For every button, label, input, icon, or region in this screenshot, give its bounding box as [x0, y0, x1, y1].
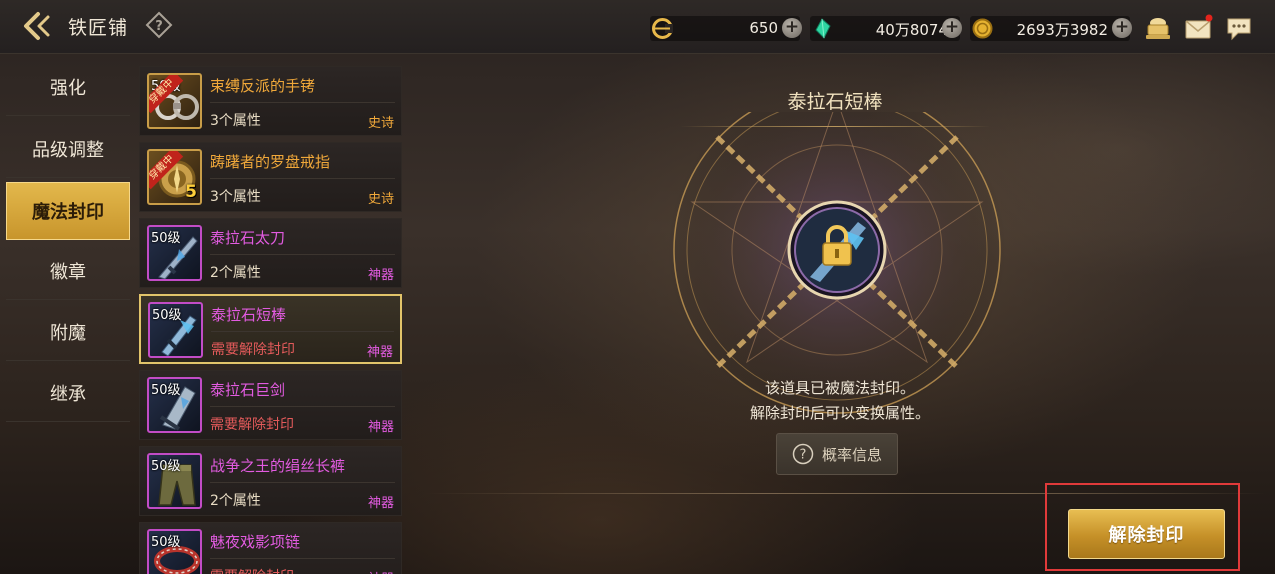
list-item-selected[interactable]: 50级 泰拉石短棒 需要解除封印 神器 — [139, 294, 402, 364]
item-rarity: 神器 — [366, 345, 393, 360]
nav-item-magic-seal[interactable]: 魔法封印 — [6, 182, 130, 240]
item-thumbnail: 50级 穿戴中 — [147, 73, 202, 129]
nav-item-inherit[interactable]: 继承 — [6, 364, 130, 422]
item-rarity: 神器 — [367, 420, 394, 435]
nav-item-label: 附魔 — [50, 322, 86, 344]
item-thumbnail: 50级 — [147, 225, 202, 281]
item-level: 50级 — [151, 459, 181, 474]
nav-item-enchant[interactable]: 附魔 — [6, 303, 130, 361]
add-cera-button[interactable]: + — [782, 18, 802, 38]
divider — [210, 254, 395, 255]
item-rarity: 神器 — [367, 268, 394, 283]
divider — [210, 406, 395, 407]
mail-icon[interactable] — [1183, 13, 1213, 43]
item-status: 需要解除封印 — [210, 417, 294, 433]
list-item[interactable]: 50级 魅夜戏影项链 需要解除封印 神器 — [139, 522, 402, 574]
nav-item-grade-adjust[interactable]: 品级调整 — [6, 120, 130, 178]
item-level: 50级 — [151, 231, 181, 246]
question-circle-icon: ? — [792, 443, 814, 465]
item-name: 泰拉石短棒 — [211, 306, 287, 324]
nav-item-label: 魔法封印 — [32, 202, 104, 223]
nav-item-emblem[interactable]: 徽章 — [6, 242, 130, 300]
item-rarity: 神器 — [368, 568, 394, 574]
enhance-level: 5 — [185, 182, 197, 202]
currency-bar-gold: 2693万3982 — [970, 16, 1130, 41]
item-name: 束缚反派的手铐 — [210, 77, 316, 95]
question-diamond-icon: ? — [145, 11, 173, 39]
item-name: 魅夜戏影项链 — [210, 533, 301, 551]
item-level: 50级 — [151, 383, 181, 398]
list-item[interactable]: 穿戴中 5 踌躇者的罗盘戒指 3个属性 史诗 — [139, 142, 402, 212]
currency-bar-gem: 40万8074 — [810, 16, 960, 41]
nav-item-label: 品级调整 — [32, 139, 104, 161]
item-level: 50级 — [152, 308, 182, 323]
list-item[interactable]: 50级 泰拉石巨剑 需要解除封印 神器 — [139, 370, 402, 440]
svg-text:?: ? — [800, 448, 807, 463]
item-list[interactable]: 50级 穿戴中 束缚反派的手铐 3个属性 史诗 穿戴中 5 踌躇者的罗盘戒指 3… — [137, 58, 405, 574]
item-rarity: 神器 — [367, 496, 394, 511]
list-item[interactable]: 50级 穿戴中 束缚反派的手铐 3个属性 史诗 — [139, 66, 402, 136]
item-name: 泰拉石太刀 — [210, 229, 286, 247]
divider — [210, 558, 395, 559]
item-attributes: 3个属性 — [210, 189, 261, 205]
page-title: 铁匠铺 — [68, 17, 129, 39]
unseal-button[interactable]: 解除封印 — [1068, 509, 1225, 559]
side-nav: 强化 品级调整 魔法封印 徽章 附魔 继承 — [6, 58, 130, 574]
divider — [210, 178, 395, 179]
item-thumbnail: 50级 — [147, 529, 202, 574]
top-bar: 铁匠铺 ? 650 + 40万8074 + 2693万3982 + — [0, 0, 1275, 54]
gold-c-icon — [652, 18, 673, 39]
back-button[interactable] — [20, 8, 58, 44]
nav-item-label: 徽章 — [50, 261, 86, 283]
item-name: 踌躇者的罗盘戒指 — [210, 153, 331, 171]
divider — [210, 102, 395, 103]
gold-coin-icon — [972, 18, 993, 39]
item-name: 泰拉石巨剑 — [210, 381, 286, 399]
nav-item-label: 继承 — [50, 383, 86, 405]
item-thumbnail: 50级 — [147, 377, 202, 433]
currency-value: 2693万3982 — [1016, 21, 1108, 39]
svg-text:?: ? — [155, 19, 163, 34]
divider — [210, 482, 395, 483]
help-button[interactable]: ? — [145, 11, 173, 39]
item-thumbnail: 穿戴中 5 — [147, 149, 202, 205]
item-attributes: 3个属性 — [210, 113, 261, 129]
currency-value: 650 — [749, 19, 778, 37]
nav-item-label: 强化 — [50, 77, 86, 99]
nav-item-enhance[interactable]: 强化 — [6, 58, 130, 116]
seal-message-line1: 该道具已被魔法封印。 — [764, 379, 915, 397]
item-rarity: 史诗 — [367, 192, 394, 207]
currency-bar-cera: 650 — [650, 16, 800, 41]
item-level: 50级 — [151, 535, 181, 550]
probability-info-button[interactable]: ? 概率信息 — [776, 433, 898, 475]
item-thumbnail: 50级 — [148, 302, 203, 358]
treasure-chest-icon[interactable] — [1143, 13, 1173, 43]
item-thumbnail: 50级 — [147, 453, 202, 509]
item-status: 需要解除封印 — [210, 566, 294, 574]
divider — [211, 331, 394, 332]
back-arrow-icon — [24, 12, 50, 40]
currency-value: 40万8074 — [875, 21, 948, 39]
add-gold-button[interactable]: + — [1112, 18, 1132, 38]
item-status: 需要解除封印 — [211, 342, 295, 358]
chat-icon[interactable] — [1224, 13, 1254, 43]
list-item[interactable]: 50级 战争之王的绢丝长裤 2个属性 神器 — [139, 446, 402, 516]
item-name: 战争之王的绢丝长裤 — [210, 457, 346, 475]
selected-item-title: 泰拉石短棒 — [787, 91, 883, 113]
probability-info-label: 概率信息 — [821, 445, 882, 464]
item-rarity: 史诗 — [367, 116, 394, 131]
green-gem-icon — [815, 18, 831, 39]
seal-message-line2: 解除封印后可以变换属性。 — [749, 404, 930, 422]
list-item[interactable]: 50级 泰拉石太刀 2个属性 神器 — [139, 218, 402, 288]
add-gem-button[interactable]: + — [942, 18, 962, 38]
item-attributes: 2个属性 — [210, 265, 261, 281]
item-attributes: 2个属性 — [210, 493, 261, 509]
